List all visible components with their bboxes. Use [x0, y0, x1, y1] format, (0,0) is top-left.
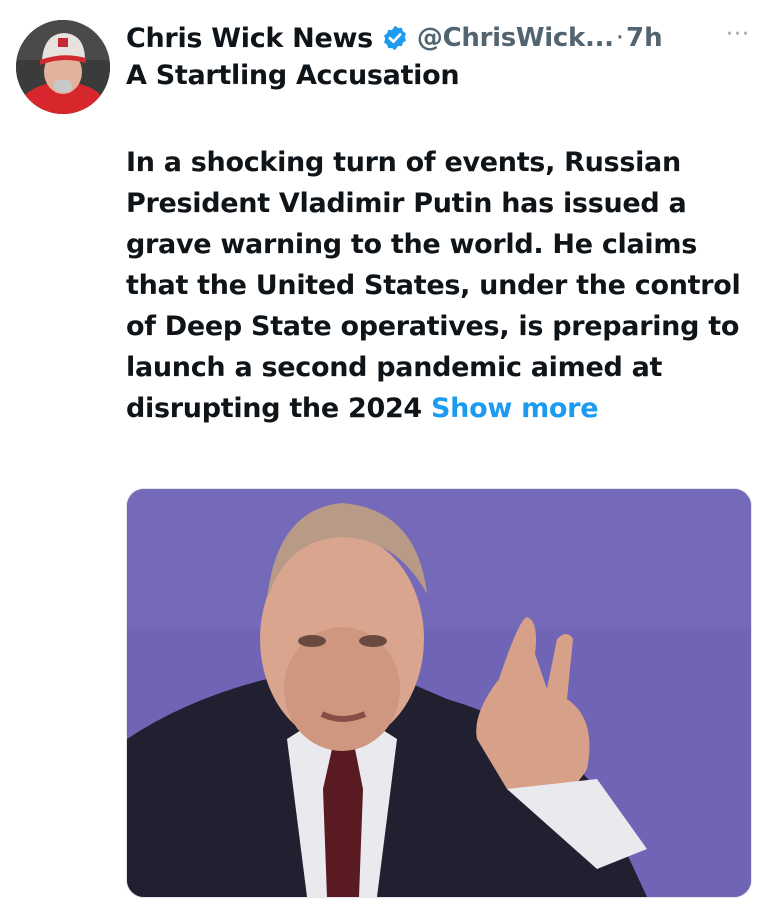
tweet-media-image[interactable]: [126, 488, 752, 898]
avatar[interactable]: [16, 20, 110, 114]
more-options-icon[interactable]: ···: [726, 22, 750, 47]
tweet-header: Chris Wick News @ChrisWick... · 7h: [126, 16, 754, 60]
author-name[interactable]: Chris Wick News: [126, 23, 373, 54]
avatar-image: [16, 20, 110, 114]
tweet-headline: A Startling Accusation: [126, 60, 460, 91]
verified-badge-icon: [381, 24, 409, 52]
media-photo: [127, 489, 751, 897]
timestamp[interactable]: 7h: [626, 23, 663, 53]
tweet-body: In a shocking turn of events, Russian Pr…: [126, 142, 750, 429]
tweet-body-text: In a shocking turn of events, Russian Pr…: [126, 147, 741, 424]
author-handle[interactable]: @ChrisWick...: [417, 23, 614, 53]
show-more-link[interactable]: Show more: [431, 393, 598, 424]
meta-separator: ·: [615, 23, 624, 53]
